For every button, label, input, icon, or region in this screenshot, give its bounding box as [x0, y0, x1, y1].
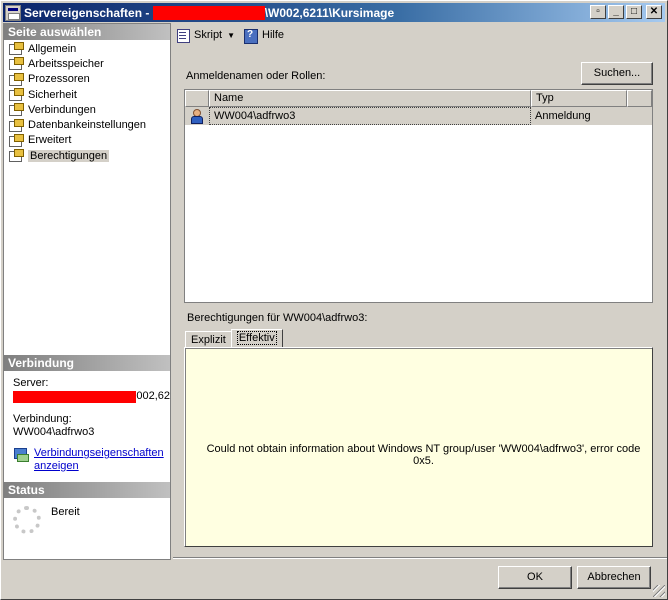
page-icon [8, 149, 24, 163]
help-button[interactable]: Hilfe [241, 28, 286, 44]
page-icon [8, 42, 24, 56]
tab-effektiv[interactable]: Effektiv [230, 329, 283, 348]
page-icon [8, 118, 24, 132]
column-header-type[interactable]: Typ [531, 90, 627, 107]
page-item-berechtigungen[interactable]: Berechtigungen [8, 148, 170, 163]
page-item-arbeitsspeicher[interactable]: Arbeitsspeicher [8, 56, 170, 71]
page-label: Datenbankeinstellungen [28, 119, 147, 132]
page-list: Allgemein Arbeitsspeicher Prozessoren Si… [4, 40, 170, 163]
left-panel: Seite auswählen Allgemein Arbeitsspeiche… [3, 23, 171, 560]
app-icon [5, 4, 21, 21]
page-label: Sicherheit [28, 88, 77, 101]
permissions-label: Berechtigungen für WW004\adfrwo3: [187, 312, 368, 324]
column-header-icon[interactable] [185, 90, 209, 107]
title-suffix: \W002,6211\Kursimage [264, 5, 395, 20]
column-header-name[interactable]: Name [209, 90, 531, 107]
page-label: Arbeitsspeicher [28, 57, 104, 70]
chevron-down-icon[interactable]: ▼ [227, 31, 235, 40]
page-icon [8, 103, 24, 117]
page-label: Berechtigungen [28, 149, 110, 162]
title-prefix: Servereigenschaften - [24, 5, 153, 20]
effective-permissions-panel: Could not obtain information about Windo… [184, 347, 653, 547]
connection-section: Verbindung Server: 002,62 Verbindung: WW… [4, 355, 170, 473]
search-button[interactable]: Suchen... [581, 62, 653, 85]
grid-header: Name Typ [185, 90, 652, 107]
resize-grip-icon[interactable] [653, 585, 665, 597]
help-label: Hilfe [262, 29, 285, 41]
logins-grid: Name Typ WW004\adfrwo3 Anmeldung [184, 89, 653, 303]
redacted-server-name [152, 5, 265, 20]
page-icon [8, 133, 24, 147]
logins-label: Anmeldenamen oder Rollen: [186, 70, 326, 82]
status-value: Bereit [51, 506, 80, 518]
help-icon [243, 28, 259, 44]
tab-explizit[interactable]: Explizit [185, 331, 232, 348]
ok-button[interactable]: OK [498, 566, 572, 589]
connection-value: WW004\adfrwo3 [13, 426, 95, 438]
page-icon [8, 88, 24, 102]
page-item-datenbankeinstellungen[interactable]: Datenbankeinstellungen [8, 117, 170, 132]
divider [173, 557, 667, 559]
restore-icon[interactable]: ▫ [590, 5, 606, 19]
close-button[interactable]: ✕ [646, 5, 662, 19]
select-page-header: Seite auswählen [4, 24, 170, 40]
page-item-allgemein[interactable]: Allgemein [8, 41, 170, 56]
page-item-erweitert[interactable]: Erweitert [8, 133, 170, 148]
script-icon [175, 28, 191, 43]
title-bar[interactable]: Servereigenschaften - \W002,6211\Kursima… [3, 3, 665, 22]
page-item-sicherheit[interactable]: Sicherheit [8, 87, 170, 102]
connection-header: Verbindung [4, 355, 170, 371]
connection-properties-link-row: Verbindungseigenschaften anzeigen [13, 447, 170, 473]
script-label: Skript [194, 29, 223, 41]
page-item-prozessoren[interactable]: Prozessoren [8, 72, 170, 87]
connection-properties-icon [13, 447, 29, 462]
toolbar: Skript ▼ Hilfe [173, 25, 286, 45]
row-name[interactable]: WW004\adfrwo3 [209, 107, 531, 125]
server-value-suffix: 002,62 [136, 390, 170, 402]
page-label: Allgemein [28, 42, 77, 55]
connection-properties-link[interactable]: Verbindungseigenschaften anzeigen [34, 447, 170, 473]
page-icon [8, 72, 24, 86]
connection-label: Verbindung: [13, 413, 72, 425]
window-controls: ▫ _ □ ✕ [590, 5, 662, 19]
progress-spinner-icon [13, 506, 41, 534]
page-label: Verbindungen [28, 103, 96, 116]
table-row[interactable]: WW004\adfrwo3 Anmeldung [185, 107, 652, 125]
script-button[interactable]: Skript ▼ [173, 28, 237, 43]
server-label: Server: [13, 377, 49, 389]
page-label: Erweitert [28, 134, 72, 147]
page-label: Prozessoren [28, 73, 90, 86]
user-icon [189, 109, 203, 124]
page-item-verbindungen[interactable]: Verbindungen [8, 102, 170, 117]
row-icon-cell [185, 107, 209, 125]
redacted-server [13, 390, 137, 403]
minimize-button[interactable]: _ [608, 5, 624, 19]
tab-effektiv-label: Effektiv [236, 331, 277, 345]
page-icon [8, 57, 24, 71]
properties-dialog: Servereigenschaften - \W002,6211\Kursima… [0, 0, 668, 600]
server-value: 002,62 [13, 390, 170, 403]
maximize-button[interactable]: □ [626, 5, 642, 19]
row-type[interactable]: Anmeldung [531, 107, 627, 125]
status-section: Status Bereit [4, 482, 170, 534]
cancel-button[interactable]: Abbrechen [577, 566, 651, 589]
permissions-tabs: Explizit Effektiv [185, 329, 283, 348]
column-header-filler [627, 90, 652, 107]
status-header: Status [4, 482, 170, 498]
error-message: Could not obtain information about Windo… [206, 443, 641, 467]
